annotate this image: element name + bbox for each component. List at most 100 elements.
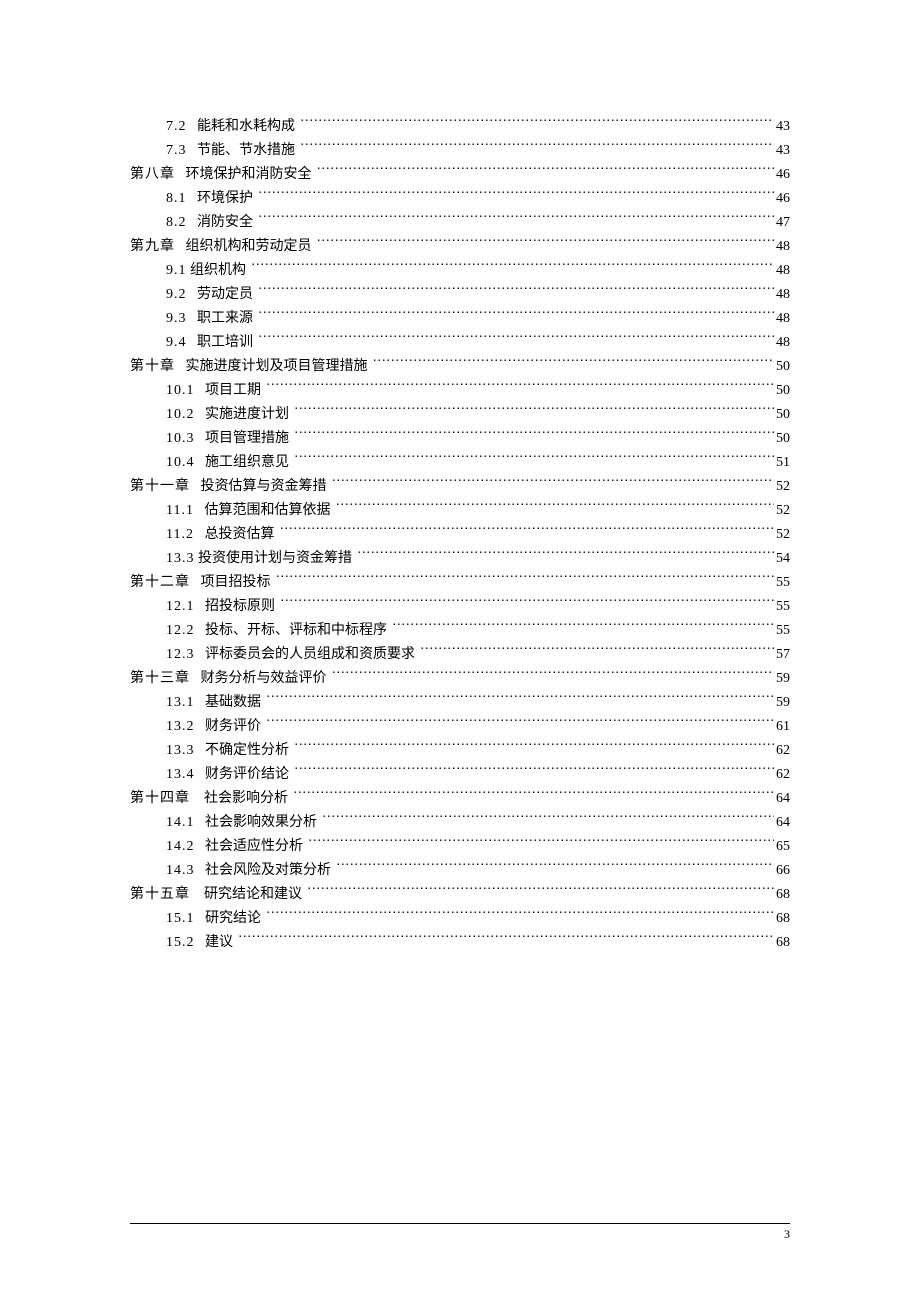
toc-entry-page: 47 xyxy=(774,211,790,235)
toc-entry-page: 50 xyxy=(774,379,790,403)
toc-entry-number: 9.2 xyxy=(166,283,187,307)
toc-leader-dots xyxy=(315,164,774,178)
toc-entry-number: 11.2 xyxy=(166,523,194,547)
toc-leader-dots xyxy=(307,836,775,850)
toc-entry-sep xyxy=(187,307,198,331)
toc-entry-number: 10.4 xyxy=(166,451,195,475)
toc-entry: 7.2 能耗和水耗构成 43 xyxy=(130,115,790,139)
toc-entry-title: 劳动定员 xyxy=(197,283,257,307)
toc-entry: 9.4 职工培训 48 xyxy=(130,331,790,355)
toc-entry: 15.1 研究结论 68 xyxy=(130,907,790,931)
toc-entry-page: 65 xyxy=(774,835,790,859)
toc-entry-sep xyxy=(195,907,206,931)
toc-entry-page: 59 xyxy=(774,667,790,691)
toc-entry-number: 10.3 xyxy=(166,427,195,451)
toc-entry-number: 12.1 xyxy=(166,595,195,619)
toc-entry-number: 9.1 xyxy=(166,259,187,283)
toc-entry: 15.2 建议 68 xyxy=(130,931,790,955)
toc-entry: 10.1 项目工期 50 xyxy=(130,379,790,403)
toc-leader-dots xyxy=(391,620,775,634)
toc-entry-sep xyxy=(195,859,206,883)
toc-entry-sep xyxy=(195,379,206,403)
toc-entry: 9.2 劳动定员 48 xyxy=(130,283,790,307)
toc-entry-number: 第十五章 xyxy=(130,883,190,907)
toc-entry-number: 10.2 xyxy=(166,403,195,427)
toc-entry-title: 研究结论和建议 xyxy=(204,883,306,907)
toc-entry-number: 14.2 xyxy=(166,835,195,859)
toc-entry-number: 第九章 xyxy=(130,235,175,259)
toc-entry-number: 第十一章 xyxy=(130,475,190,499)
toc-entry-sep xyxy=(195,835,206,859)
toc-entry-sep xyxy=(195,931,206,955)
toc-entry-number: 7.2 xyxy=(166,115,187,139)
toc-entry: 9.1 组织机构 48 xyxy=(130,259,790,283)
table-of-contents: 7.2 能耗和水耗构成 437.3 节能、节水措施 43第八章 环境保护和消防安… xyxy=(130,115,790,955)
toc-entry: 9.3 职工来源 48 xyxy=(130,307,790,331)
toc-leader-dots xyxy=(274,572,774,586)
toc-leader-dots xyxy=(293,452,775,466)
toc-entry: 10.4 施工组织意见 51 xyxy=(130,451,790,475)
toc-entry-page: 48 xyxy=(774,235,790,259)
toc-entry-page: 62 xyxy=(774,763,790,787)
toc-entry-title: 建议 xyxy=(205,931,237,955)
toc-leader-dots xyxy=(334,500,774,514)
toc-entry-title: 总投资估算 xyxy=(204,523,278,547)
toc-entry-sep xyxy=(187,139,198,163)
toc-entry-sep xyxy=(187,187,198,211)
toc-entry-number: 9.4 xyxy=(166,331,187,355)
toc-entry-title: 投资使用计划与资金筹措 xyxy=(198,547,356,571)
toc-entry-title: 社会影响分析 xyxy=(204,787,292,811)
toc-entry-page: 52 xyxy=(774,475,790,499)
toc-entry-title: 社会适应性分析 xyxy=(205,835,307,859)
toc-entry: 13.1 基础数据 59 xyxy=(130,691,790,715)
toc-entry-sep xyxy=(195,595,206,619)
toc-entry-sep xyxy=(187,331,198,355)
toc-leader-dots xyxy=(330,668,774,682)
toc-entry-page: 46 xyxy=(774,163,790,187)
toc-entry-sep xyxy=(195,643,206,667)
toc-entry: 第十二章 项目招投标 55 xyxy=(130,571,790,595)
toc-entry: 13.3 投资使用计划与资金筹措 54 xyxy=(130,547,790,571)
toc-entry-sep xyxy=(190,571,201,595)
toc-entry-sep xyxy=(194,523,205,547)
toc-entry-title: 消防安全 xyxy=(197,211,257,235)
toc-entry-number: 第八章 xyxy=(130,163,175,187)
toc-leader-dots xyxy=(356,548,775,562)
toc-entry: 10.3 项目管理措施 50 xyxy=(130,427,790,451)
toc-entry-sep xyxy=(175,163,186,187)
toc-entry: 12.3 评标委员会的人员组成和资质要求 57 xyxy=(130,643,790,667)
toc-entry-number: 14.3 xyxy=(166,859,195,883)
toc-entry: 13.4 财务评价结论 62 xyxy=(130,763,790,787)
toc-entry-title: 实施进度计划 xyxy=(205,403,293,427)
toc-entry-sep xyxy=(187,211,198,235)
toc-entry-title: 投标、开标、评标和中标程序 xyxy=(205,619,391,643)
toc-entry-sep xyxy=(195,619,206,643)
toc-entry-sep xyxy=(195,451,206,475)
toc-entry-sep xyxy=(195,691,206,715)
toc-entry-page: 50 xyxy=(774,427,790,451)
toc-leader-dots xyxy=(330,476,774,490)
toc-entry-number: 10.1 xyxy=(166,379,195,403)
toc-entry-number: 13.2 xyxy=(166,715,195,739)
toc-entry-page: 68 xyxy=(774,883,790,907)
toc-leader-dots xyxy=(321,812,775,826)
toc-entry-title: 项目招投标 xyxy=(201,571,275,595)
toc-entry: 11.1 估算范围和估算依据 52 xyxy=(130,499,790,523)
toc-entry-sep xyxy=(195,739,206,763)
toc-entry-number: 11.1 xyxy=(166,499,194,523)
toc-entry-sep xyxy=(195,811,206,835)
toc-entry-number: 第十四章 xyxy=(130,787,190,811)
toc-entry-title: 环境保护和消防安全 xyxy=(186,163,316,187)
toc-entry: 第十五章 研究结论和建议 68 xyxy=(130,883,790,907)
toc-entry-page: 52 xyxy=(774,499,790,523)
page-number: 3 xyxy=(784,1227,790,1242)
toc-entry-number: 第十章 xyxy=(130,355,175,379)
toc-entry-title: 估算范围和估算依据 xyxy=(204,499,334,523)
toc-leader-dots xyxy=(293,428,775,442)
toc-entry: 第八章 环境保护和消防安全 46 xyxy=(130,163,790,187)
toc-entry-title: 实施进度计划及项目管理措施 xyxy=(186,355,372,379)
toc-entry-sep xyxy=(175,355,186,379)
toc-entry-title: 投资估算与资金筹措 xyxy=(201,475,331,499)
toc-leader-dots xyxy=(293,740,775,754)
toc-entry-number: 9.3 xyxy=(166,307,187,331)
